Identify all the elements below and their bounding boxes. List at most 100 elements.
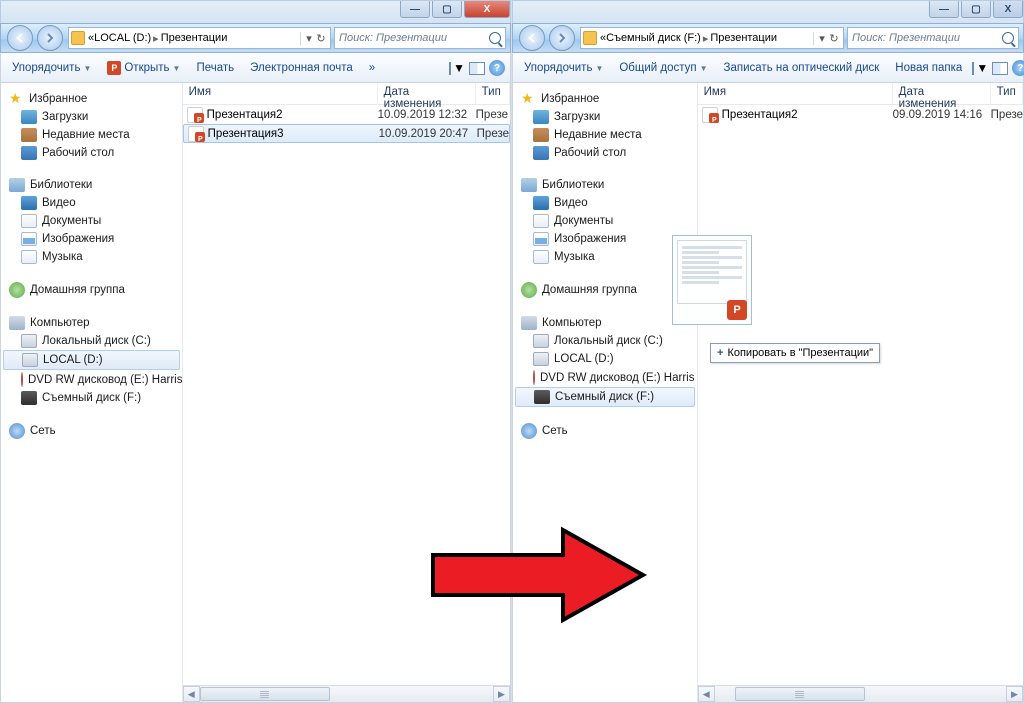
file-date: 10.09.2019 12:32 — [378, 109, 476, 121]
downloads-icon — [533, 110, 549, 124]
nav-dvd[interactable]: DVD RW дисковод (E:) Harris Docum — [1, 370, 182, 389]
help-button[interactable]: ? — [1011, 59, 1024, 77]
scroll-thumb[interactable] — [200, 687, 330, 701]
organize-button[interactable]: Упорядочить▼ — [517, 58, 610, 78]
help-button[interactable]: ? — [488, 59, 506, 77]
scroll-thumb[interactable] — [735, 687, 865, 701]
bc-p2[interactable]: Презентации — [710, 32, 777, 44]
share-button[interactable]: Общий доступ▼ — [612, 58, 714, 78]
file-name: Презентация2 — [207, 109, 283, 121]
scroll-track[interactable] — [200, 686, 493, 702]
nav-homegroup[interactable]: Домашняя группа — [513, 280, 697, 300]
powerpoint-icon: P — [107, 61, 121, 75]
nav-ddrive[interactable]: LOCAL (D:) — [513, 350, 697, 368]
open-button[interactable]: PОткрыть▼ — [100, 57, 187, 79]
minimize-button[interactable]: — — [400, 1, 430, 18]
nav-computer[interactable]: Компьютер — [1, 314, 182, 332]
nav-fwd-button[interactable] — [549, 25, 575, 51]
bc-p1[interactable]: LOCAL (D:) — [94, 32, 151, 44]
col-type[interactable]: Тип — [476, 83, 510, 104]
scroll-left-icon[interactable]: ◀ — [698, 686, 715, 702]
nav-video[interactable]: Видео — [513, 194, 697, 212]
nav-documents[interactable]: Документы — [513, 212, 697, 230]
refresh-icon[interactable]: ↻ — [827, 32, 841, 45]
nav-libraries[interactable]: Библиотеки — [513, 176, 697, 194]
col-date[interactable]: Дата изменения — [378, 83, 476, 104]
chevron-down-icon[interactable]: ▾ — [300, 32, 314, 45]
nav-fdrive[interactable]: Съемный диск (F:) — [1, 389, 182, 407]
computer-icon — [9, 316, 25, 330]
nav-downloads[interactable]: Загрузки — [1, 108, 182, 126]
burn-button[interactable]: Записать на оптический диск — [717, 58, 887, 78]
view-button[interactable]: ▼ — [448, 59, 466, 77]
nav-network[interactable]: Сеть — [1, 421, 182, 441]
nav-back-button[interactable] — [7, 25, 33, 51]
organize-button[interactable]: Упорядочить▼ — [5, 58, 98, 78]
scroll-track[interactable] — [715, 686, 1006, 702]
drag-preview: P — [672, 235, 752, 325]
nav-network[interactable]: Сеть — [513, 421, 697, 441]
file-row[interactable]: Презентация3 10.09.2019 20:47 Презе — [183, 124, 510, 143]
col-name[interactable]: Имя — [698, 83, 893, 104]
nav-computer[interactable]: Компьютер — [513, 314, 697, 332]
nav-cdrive[interactable]: Локальный диск (C:) — [513, 332, 697, 350]
nav-back-button[interactable] — [519, 25, 545, 51]
nav-recent[interactable]: Недавние места — [513, 126, 697, 144]
chevron-icon[interactable]: ▸ — [703, 32, 709, 45]
nav-desktop[interactable]: Рабочий стол — [513, 144, 697, 162]
view-button[interactable]: ▼ — [971, 59, 989, 77]
bc-p2[interactable]: Презентации — [161, 32, 228, 44]
libraries-icon — [521, 178, 537, 192]
maximize-button[interactable]: ▢ — [961, 1, 991, 18]
col-type[interactable]: Тип — [991, 83, 1023, 104]
scroll-right-icon[interactable]: ▶ — [1006, 686, 1023, 702]
close-button[interactable]: X — [464, 1, 510, 18]
search-input[interactable]: Поиск: Презентации — [334, 27, 506, 49]
nav-dvd[interactable]: DVD RW дисковод (E:) Harris Docu — [513, 368, 697, 387]
col-date[interactable]: Дата изменения — [893, 83, 991, 104]
network-icon — [9, 423, 25, 439]
nav-favorites[interactable]: Избранное — [513, 89, 697, 108]
search-input[interactable]: Поиск: Презентации — [847, 27, 1019, 49]
nav-ddrive[interactable]: LOCAL (D:) — [3, 350, 180, 370]
breadcrumb[interactable]: « Съемный диск (F:) ▸ Презентации ▾ ↻ — [580, 27, 844, 49]
nav-documents[interactable]: Документы — [1, 212, 182, 230]
preview-pane-button[interactable] — [991, 59, 1009, 77]
h-scrollbar[interactable]: ◀ ▶ — [698, 685, 1023, 702]
bc-p1[interactable]: Съемный диск (F:) — [606, 32, 701, 44]
more-button[interactable]: » — [362, 58, 382, 78]
nav-cdrive[interactable]: Локальный диск (C:) — [1, 332, 182, 350]
nav-pictures[interactable]: Изображения — [1, 230, 182, 248]
breadcrumb[interactable]: « LOCAL (D:) ▸ Презентации ▾ ↻ — [68, 27, 331, 49]
print-button[interactable]: Печать — [189, 58, 241, 78]
new-folder-button[interactable]: Новая папка — [888, 58, 969, 78]
nav-fwd-button[interactable] — [37, 25, 63, 51]
h-scrollbar[interactable]: ◀ ▶ — [183, 685, 510, 702]
file-row[interactable]: Презентация2 09.09.2019 14:16 Презе — [698, 105, 1023, 124]
refresh-icon[interactable]: ↻ — [314, 32, 328, 45]
nav-music[interactable]: Музыка — [513, 248, 697, 266]
col-name[interactable]: Имя — [183, 83, 378, 104]
nav-fdrive[interactable]: Съемный диск (F:) — [515, 387, 695, 407]
nav-favorites[interactable]: Избранное — [1, 89, 182, 108]
email-button[interactable]: Электронная почта — [243, 58, 360, 78]
nav-downloads[interactable]: Загрузки — [513, 108, 697, 126]
nav-desktop[interactable]: Рабочий стол — [1, 144, 182, 162]
minimize-button[interactable]: — — [929, 1, 959, 18]
maximize-button[interactable]: ▢ — [432, 1, 462, 18]
nav-homegroup[interactable]: Домашняя группа — [1, 280, 182, 300]
video-icon — [21, 196, 37, 210]
chevron-down-icon[interactable]: ▾ — [813, 32, 827, 45]
preview-pane-button[interactable] — [468, 59, 486, 77]
file-row[interactable]: Презентация2 10.09.2019 12:32 Презе — [183, 105, 510, 124]
nav-recent[interactable]: Недавние места — [1, 126, 182, 144]
nav-music[interactable]: Музыка — [1, 248, 182, 266]
chevron-icon[interactable]: ▸ — [153, 32, 159, 45]
close-button[interactable]: X — [993, 1, 1023, 18]
scroll-right-icon[interactable]: ▶ — [493, 686, 510, 702]
nav-pictures[interactable]: Изображения — [513, 230, 697, 248]
nav-video[interactable]: Видео — [1, 194, 182, 212]
nav-libraries[interactable]: Библиотеки — [1, 176, 182, 194]
scroll-left-icon[interactable]: ◀ — [183, 686, 200, 702]
homegroup-icon — [521, 282, 537, 298]
